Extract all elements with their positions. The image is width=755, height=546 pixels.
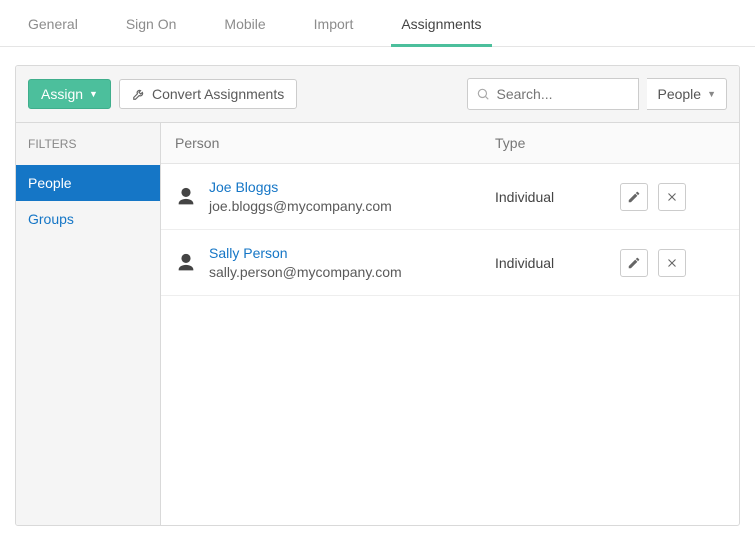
convert-label: Convert Assignments [152, 87, 284, 101]
assignments-table: Person Type Joe Bloggs joe.bloggs@mycomp… [161, 123, 739, 525]
person-icon [175, 186, 197, 208]
close-icon [666, 257, 678, 269]
edit-button[interactable] [620, 249, 648, 277]
edit-button[interactable] [620, 183, 648, 211]
pencil-icon [627, 190, 641, 204]
tab-general[interactable]: General [18, 6, 88, 46]
caret-down-icon: ▼ [89, 90, 98, 99]
table-row: Joe Bloggs joe.bloggs@mycompany.com Indi… [161, 164, 739, 230]
type-cell: Individual [481, 177, 606, 217]
filters-header: Filters [16, 123, 160, 165]
type-cell: Individual [481, 243, 606, 283]
pencil-icon [627, 256, 641, 270]
filters-sidebar: Filters People Groups [16, 123, 161, 525]
col-actions-header [606, 123, 739, 163]
col-type-header: Type [481, 123, 606, 163]
assign-button[interactable]: Assign ▼ [28, 79, 111, 109]
search-box[interactable] [467, 78, 639, 110]
person-email: sally.person@mycompany.com [209, 263, 402, 282]
search-scope-dropdown[interactable]: People ▼ [647, 78, 727, 110]
person-email: joe.bloggs@mycompany.com [209, 197, 392, 216]
assignments-panel: Assign ▼ Convert Assignments [15, 65, 740, 526]
col-person-header: Person [161, 123, 481, 163]
convert-assignments-button[interactable]: Convert Assignments [119, 79, 297, 109]
sidebar-item-people[interactable]: People [16, 165, 160, 201]
tab-bar: General Sign On Mobile Import Assignment… [0, 0, 755, 47]
person-name-link[interactable]: Joe Bloggs [209, 178, 392, 197]
caret-down-icon: ▼ [707, 89, 716, 99]
person-icon [175, 252, 197, 274]
remove-button[interactable] [658, 249, 686, 277]
person-name-link[interactable]: Sally Person [209, 244, 402, 263]
toolbar: Assign ▼ Convert Assignments [16, 66, 739, 123]
search-input[interactable] [496, 86, 630, 102]
table-header: Person Type [161, 123, 739, 164]
tab-sign-on[interactable]: Sign On [116, 6, 187, 46]
remove-button[interactable] [658, 183, 686, 211]
tab-import[interactable]: Import [304, 6, 364, 46]
search-icon [476, 87, 490, 101]
table-row: Sally Person sally.person@mycompany.com … [161, 230, 739, 296]
assign-label: Assign [41, 87, 83, 101]
tab-mobile[interactable]: Mobile [214, 6, 275, 46]
search-scope-label: People [657, 86, 701, 102]
tab-assignments[interactable]: Assignments [391, 6, 491, 46]
wrench-icon [132, 87, 146, 101]
close-icon [666, 191, 678, 203]
sidebar-item-groups[interactable]: Groups [16, 201, 160, 237]
